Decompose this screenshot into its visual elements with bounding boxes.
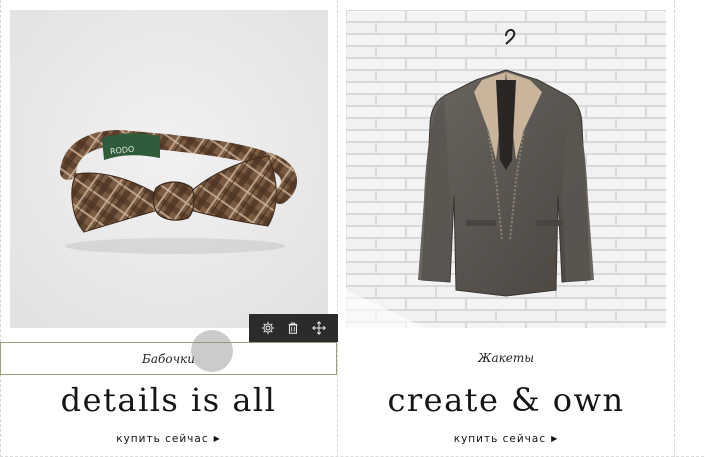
buy-now-link[interactable]: купить сейчас ▶ bbox=[0, 432, 337, 446]
delete-button[interactable] bbox=[282, 317, 304, 339]
buy-now-label: купить сейчас bbox=[116, 433, 209, 445]
bow-tie-photo[interactable]: RODO bbox=[10, 10, 328, 328]
category-label-selected[interactable]: Бабочки bbox=[0, 342, 337, 375]
grid-guide bbox=[674, 0, 675, 457]
buy-now-label: купить сейчас bbox=[453, 433, 547, 445]
gear-icon bbox=[261, 321, 275, 335]
move-button[interactable] bbox=[308, 317, 330, 339]
trash-icon bbox=[289, 322, 298, 334]
buy-now-link[interactable]: купить сейчас ▶ bbox=[338, 432, 674, 446]
product-headline: create & own bbox=[387, 381, 625, 419]
editor-canvas: RODO Бабочки details is all купить сейча… bbox=[0, 0, 704, 457]
settings-button[interactable] bbox=[257, 317, 279, 339]
product-headline: details is all bbox=[60, 381, 277, 419]
category-label[interactable]: Жакеты bbox=[338, 342, 674, 375]
play-arrow-icon: ▶ bbox=[213, 434, 221, 443]
cursor-indicator bbox=[191, 330, 233, 372]
product-card-bow-ties[interactable]: RODO Бабочки details is all купить сейча… bbox=[0, 0, 337, 457]
element-toolbar bbox=[249, 314, 338, 342]
move-icon bbox=[312, 321, 327, 335]
product-card-jackets[interactable]: Жакеты create & own купить сейчас ▶ bbox=[338, 0, 674, 457]
play-arrow-icon: ▶ bbox=[551, 434, 559, 443]
jacket-on-brick-wall-photo[interactable] bbox=[346, 10, 666, 328]
